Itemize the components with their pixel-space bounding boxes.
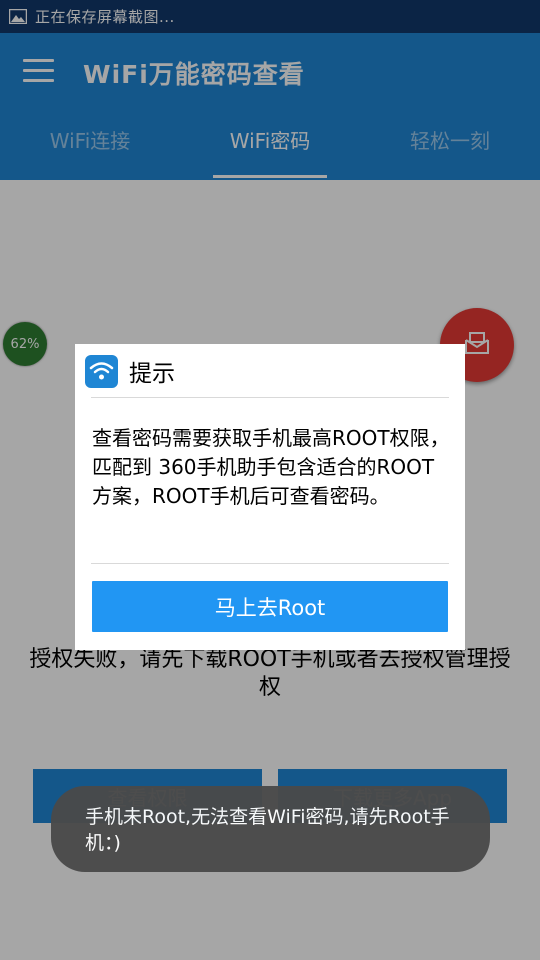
dialog-message: 查看密码需要获取手机最高ROOT权限，匹配到 360手机助手包含适合的ROOT方… xyxy=(92,426,450,508)
root-dialog: 提示 查看密码需要获取手机最高ROOT权限，匹配到 360手机助手包含适合的RO… xyxy=(75,344,465,650)
dialog-title: 提示 xyxy=(129,361,175,387)
go-root-button[interactable]: 马上去Root xyxy=(92,581,448,632)
dialog-divider-bottom xyxy=(91,563,449,564)
wifi-icon xyxy=(85,354,118,388)
toast-message: 手机未Root,无法查看WiFi密码,请先Root手机：) xyxy=(51,786,490,872)
dialog-header: 提示 xyxy=(85,354,175,388)
dialog-divider-top xyxy=(91,397,449,398)
